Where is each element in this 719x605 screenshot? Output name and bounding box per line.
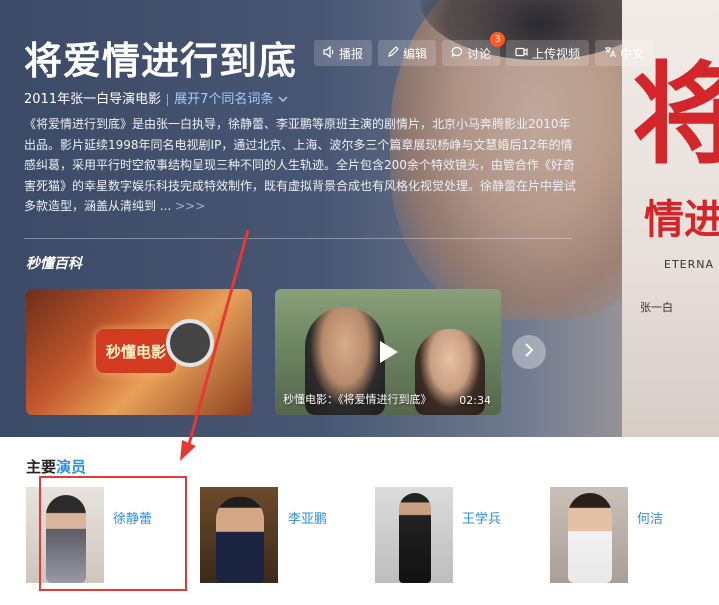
entry-summary-text: 《将爱情进行到底》是由张一白执导，徐静蕾、李亚鹏等原班主演的剧情片，北京小马奔腾… <box>24 117 577 213</box>
cast-title-accent: 演员 <box>56 458 87 476</box>
entry-subtitle-text: 2011年张一白导演电影 <box>24 92 162 107</box>
homonym-link[interactable]: 展开7个同名词条 <box>174 92 273 107</box>
poster-english-title: ETERNA <box>664 258 715 271</box>
cast-section-title: 主要演员 <box>26 456 86 477</box>
summary-divider <box>24 238 572 239</box>
translate-icon <box>604 46 617 61</box>
film-reel-icon <box>166 319 214 367</box>
actor-name-2[interactable]: 李亚鹏 <box>288 508 327 527</box>
speaker-icon <box>323 45 335 61</box>
discuss-count-badge: 3 <box>490 32 506 47</box>
hero-banner: 将 情进行 ETERNA 张一白 将爱情进行到底 播报 编辑 讨论 3 <box>0 0 719 437</box>
video-upload-icon <box>515 46 528 61</box>
edit-button-label: 编辑 <box>403 46 428 61</box>
upload-video-button[interactable]: 上传视频 <box>506 40 590 66</box>
entry-summary: 《将爱情进行到底》是由张一白执导，徐静蕾、李亚鹏等原班主演的剧情片，北京小马奔腾… <box>24 114 576 217</box>
discuss-button[interactable]: 讨论 3 <box>442 32 506 66</box>
video-logo: 秒懂电影 <box>96 329 176 373</box>
video-thumbnail-1[interactable]: 秒懂电影 <box>26 289 252 415</box>
language-button[interactable]: 中文 <box>595 40 654 66</box>
subtitle-divider <box>167 93 169 106</box>
discuss-button-label: 讨论 <box>467 46 492 61</box>
actor-name-4[interactable]: 何洁 <box>637 508 663 527</box>
edit-button[interactable]: 编辑 <box>378 40 437 66</box>
entry-toolbar: 播报 编辑 讨论 3 上传视频 中文 <box>314 32 654 66</box>
next-video-button[interactable] <box>512 335 546 369</box>
video-thumbnail-2[interactable]: 秒懂电影：《将爱情进行到底》 02:34 <box>275 289 501 415</box>
actor-photo-4[interactable] <box>550 487 628 583</box>
actor-photo-3[interactable] <box>375 487 453 583</box>
chat-bubble-icon <box>451 46 463 61</box>
speak-button-label: 播报 <box>339 46 364 61</box>
summary-more-link[interactable]: >>> <box>175 199 205 213</box>
annotation-highlight-box <box>39 476 187 591</box>
actor-name-3[interactable]: 王学兵 <box>462 508 501 527</box>
language-button-label: 中文 <box>620 46 645 61</box>
page-title: 将爱情进行到底 <box>24 39 298 83</box>
chevron-down-icon[interactable] <box>278 92 288 107</box>
video-caption: 秒懂电影：《将爱情进行到底》 <box>283 393 432 406</box>
speak-button[interactable]: 播报 <box>314 40 373 66</box>
poster-credit: 张一白 <box>640 301 673 314</box>
pencil-icon <box>387 45 399 61</box>
upload-video-button-label: 上传视频 <box>532 46 581 61</box>
brand-logo: 秒懂百科 <box>26 256 82 272</box>
chevron-right-icon <box>523 339 535 363</box>
poster-subtitle: 情进行 <box>644 197 719 243</box>
entry-subtitle: 2011年张一白导演电影 展开7个同名词条 <box>24 88 288 107</box>
poster-title-char: 将 <box>632 50 719 179</box>
play-icon[interactable] <box>375 339 401 365</box>
actor-photo-2[interactable] <box>200 487 278 583</box>
video-duration: 02:34 <box>459 394 491 407</box>
cast-title-prefix: 主要 <box>26 458 57 476</box>
